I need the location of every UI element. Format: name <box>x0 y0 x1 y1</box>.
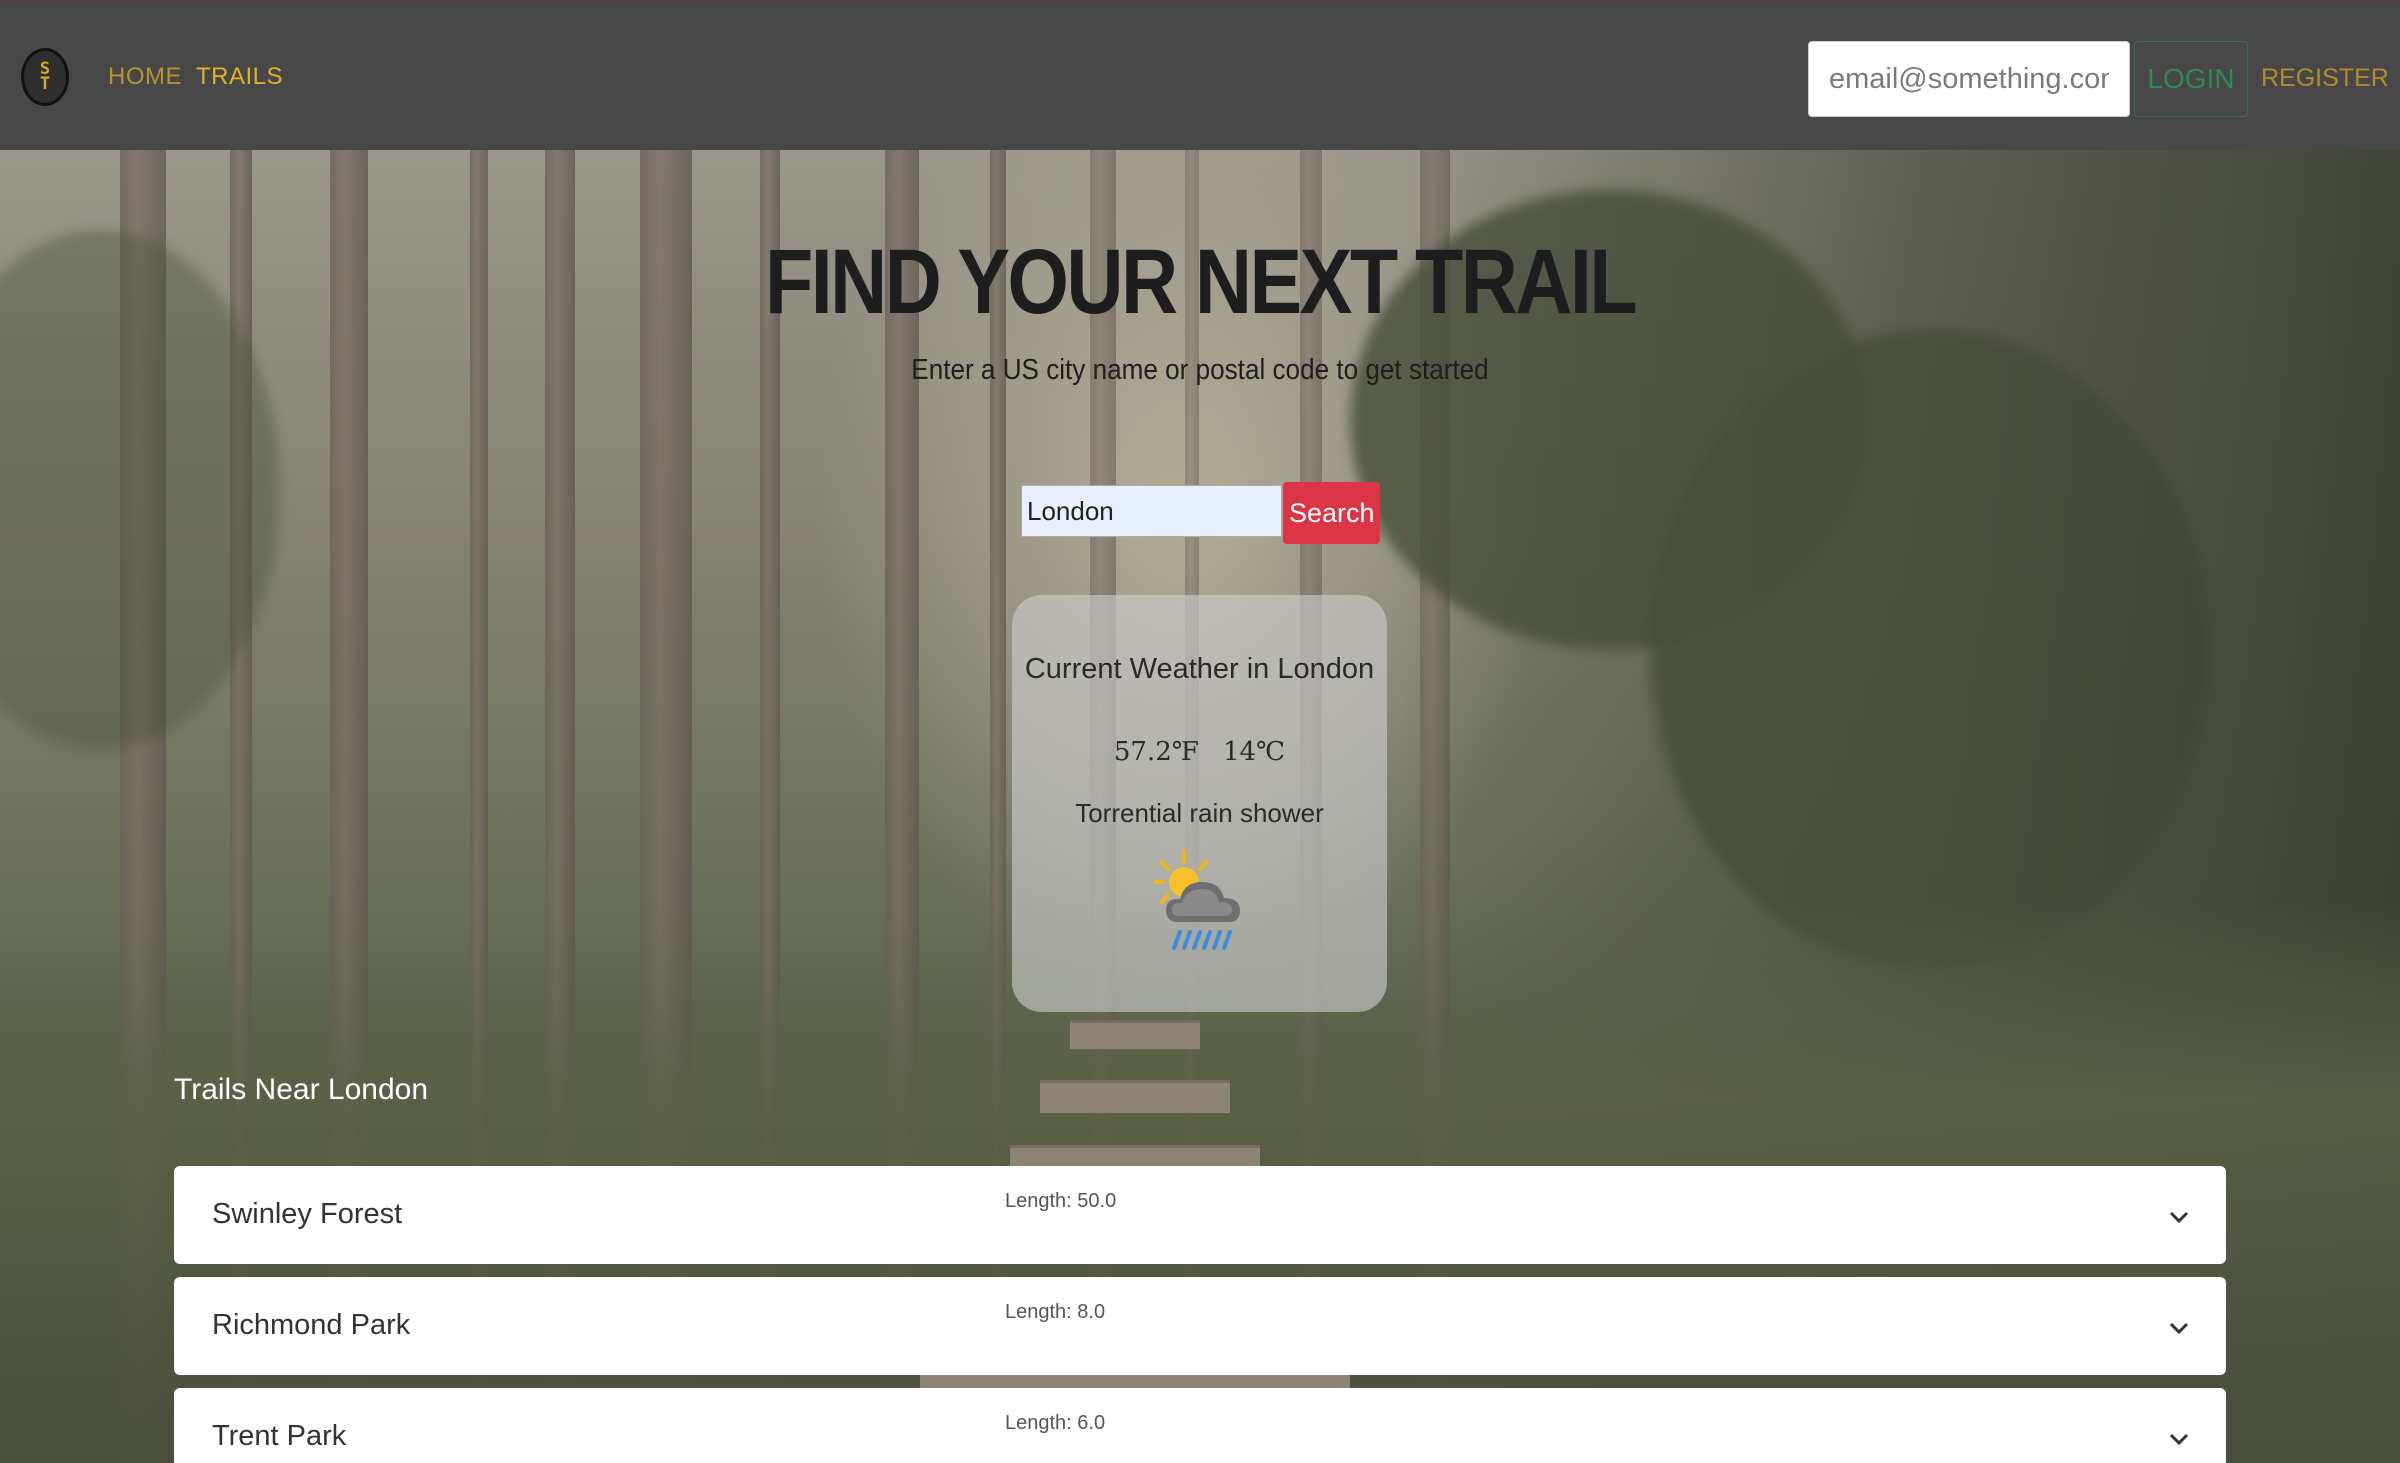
trail-length: Length: 8.0 <box>1005 1301 1106 1323</box>
temp-celsius: 14℃ <box>1222 737 1286 767</box>
weather-title: Current Weather in London <box>1024 653 1375 685</box>
site-logo[interactable]: S T <box>21 48 69 106</box>
trail-name: Trent Park <box>212 1420 347 1452</box>
register-link[interactable]: REGISTER <box>2261 64 2389 93</box>
trail-name: Richmond Park <box>212 1309 411 1341</box>
trail-card[interactable]: Richmond Park Length: 8.0 <box>174 1277 2226 1375</box>
trail-card[interactable]: Trent Park Length: 6.0 <box>174 1388 2226 1463</box>
trail-length: Length: 6.0 <box>1005 1412 1106 1434</box>
trails-heading: Trails Near London <box>174 1073 429 1106</box>
weather-temperatures: 57.2℉ 14℃ <box>1012 737 1387 767</box>
trail-length: Length: 50.0 <box>1005 1190 1117 1212</box>
trail-name: Swinley Forest <box>212 1198 403 1230</box>
weather-description: Torrential rain shower <box>1075 798 1324 828</box>
page-subtitle: Enter a US city name or postal code to g… <box>911 354 1489 386</box>
page-title: FIND YOUR NEXT TRAIL <box>764 231 1638 333</box>
chevron-down-icon[interactable] <box>2168 1317 2190 1339</box>
search-button[interactable]: Search <box>1283 482 1380 544</box>
top-navbar: S T HOME TRAILS LOGIN REGISTER <box>0 0 2400 150</box>
email-field[interactable] <box>1808 41 2130 117</box>
sun-behind-rain-cloud-icon <box>1154 850 1240 950</box>
nav-home-link[interactable]: HOME <box>108 63 182 91</box>
chevron-down-icon[interactable] <box>2168 1206 2190 1228</box>
trail-card[interactable]: Swinley Forest Length: 50.0 <box>174 1166 2226 1264</box>
weather-card: Current Weather in London 57.2℉ 14℃ Torre… <box>1012 595 1387 1012</box>
logo-letter-t: T <box>39 74 51 94</box>
chevron-down-icon[interactable] <box>2168 1428 2190 1450</box>
nav-trails-link[interactable]: TRAILS <box>196 63 283 91</box>
temp-fahrenheit: 57.2℉ <box>1113 737 1199 767</box>
login-button[interactable]: LOGIN <box>2134 41 2248 117</box>
city-search-input[interactable] <box>1021 485 1282 537</box>
